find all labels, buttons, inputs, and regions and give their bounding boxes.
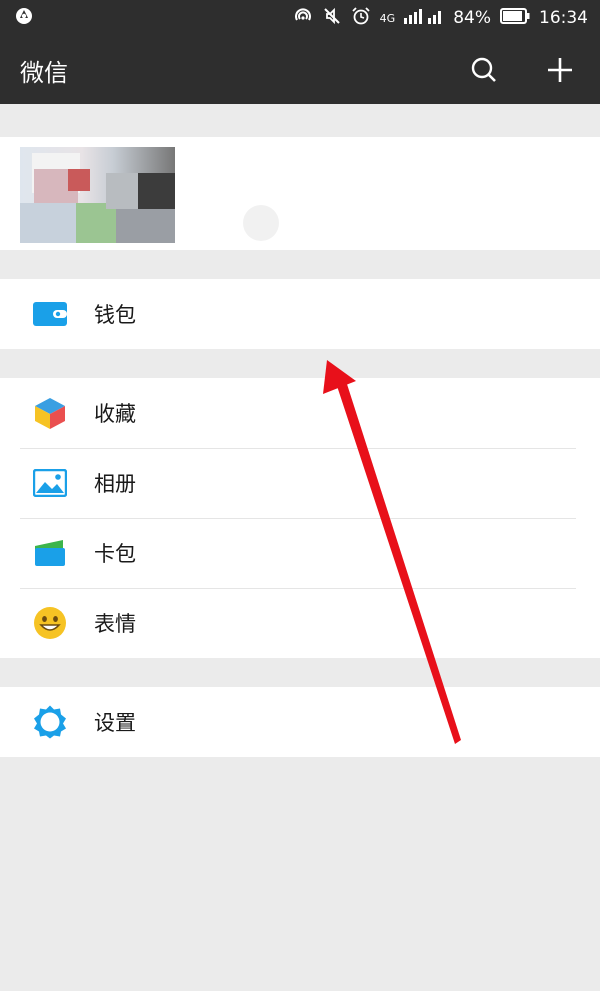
menu-item-wallet[interactable]: 钱包: [0, 279, 600, 349]
page-title: 微信: [20, 58, 68, 87]
favorites-cube-icon: [32, 395, 68, 431]
menu-label-stickers: 表情: [94, 612, 136, 636]
app-icon: [14, 6, 34, 30]
menu-label-settings: 设置: [94, 711, 136, 735]
avatar[interactable]: [20, 147, 175, 243]
gear-icon: [32, 704, 68, 740]
settings-section: 设置: [0, 687, 600, 757]
add-button[interactable]: [546, 56, 574, 84]
signal-icon: [404, 8, 444, 28]
menu-item-favorites[interactable]: 收藏: [0, 378, 600, 448]
wallet-section: 钱包: [0, 279, 600, 349]
menu-label-album: 相册: [94, 472, 136, 496]
menu-item-stickers[interactable]: 表情: [0, 588, 600, 658]
menu-label-favorites: 收藏: [94, 402, 136, 426]
battery-percent: 84%: [453, 8, 491, 28]
features-section: 收藏 相册 卡包 表情: [0, 378, 600, 658]
plus-icon: [548, 58, 572, 82]
avatar-overlay: [243, 205, 279, 241]
menu-label-wallet: 钱包: [94, 303, 136, 327]
clock: 16:34: [539, 8, 588, 28]
battery-icon: [500, 8, 530, 28]
menu-label-cards: 卡包: [94, 542, 136, 566]
mute-icon: [322, 6, 342, 30]
card-icon: [32, 535, 68, 571]
nfc-icon: [293, 6, 313, 30]
wallet-icon: [32, 296, 68, 332]
alarm-icon: [351, 6, 371, 30]
title-bar: 微信: [0, 36, 600, 104]
menu-item-settings[interactable]: 设置: [0, 687, 600, 757]
search-button[interactable]: [470, 56, 498, 84]
search-icon: [471, 57, 496, 82]
menu-item-album[interactable]: 相册: [0, 448, 600, 518]
album-icon: [32, 465, 68, 501]
network-type: 4G: [379, 11, 396, 25]
profile-card[interactable]: [0, 137, 600, 250]
menu-item-cards[interactable]: 卡包: [0, 518, 600, 588]
emoji-icon: [32, 605, 68, 641]
status-bar: 4G 84% 16:34: [0, 0, 600, 36]
